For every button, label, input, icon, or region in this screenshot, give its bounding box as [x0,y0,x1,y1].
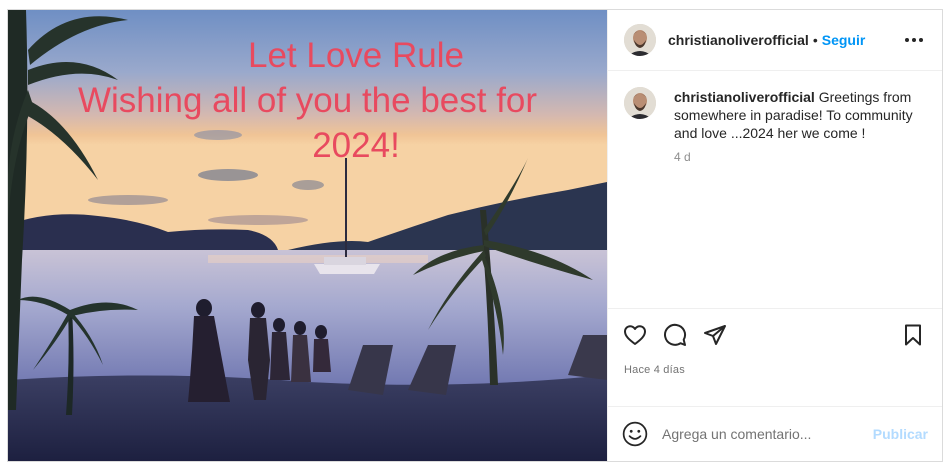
bookmark-icon [905,324,921,345]
follow-button[interactable]: Seguir [822,32,866,48]
post-header: christianoliverofficial • Seguir [608,10,942,71]
emoji-icon[interactable] [622,421,648,447]
comments-area: christianoliverofficial Greetings from s… [608,71,942,308]
caption-time: 4 d [674,150,691,164]
publish-button[interactable]: Publicar [873,426,928,442]
action-bar [608,308,942,360]
share-icon [704,324,726,345]
overlay-text-line-2: Wishing all of you the best for [77,81,538,120]
share-button[interactable] [702,322,728,348]
profile-photo-icon [624,24,656,56]
header-username[interactable]: christianoliverofficial [668,32,809,48]
add-comment-bar: Publicar [608,406,942,461]
post-image[interactable]: Let Love Rule Wishing all of you the bes… [8,10,607,461]
overlay-text-line-3: 2024! [312,126,400,165]
comment-button[interactable] [662,322,688,348]
more-horizontal-icon [905,38,923,42]
profile-photo-icon [624,87,656,119]
caption-text-block: christianoliverofficial Greetings from s… [674,87,926,142]
more-options-button[interactable] [902,28,926,52]
save-button[interactable] [900,322,926,348]
caption: christianoliverofficial Greetings from s… [624,87,926,164]
comment-input[interactable] [662,426,873,442]
heart-icon [624,324,646,345]
post-date: Hace 4 días [624,364,685,376]
avatar[interactable] [624,24,656,56]
instagram-post: Let Love Rule Wishing all of you the bes… [7,9,943,462]
caption-username[interactable]: christianoliverofficial [674,89,815,105]
comment-icon [664,323,687,346]
post-sidebar: christianoliverofficial • Seguir christi… [607,10,942,461]
overlay-text-line-1: Let Love Rule [248,36,464,75]
like-button[interactable] [622,322,648,348]
separator-dot: • [812,32,818,48]
caption-avatar[interactable] [624,87,656,119]
